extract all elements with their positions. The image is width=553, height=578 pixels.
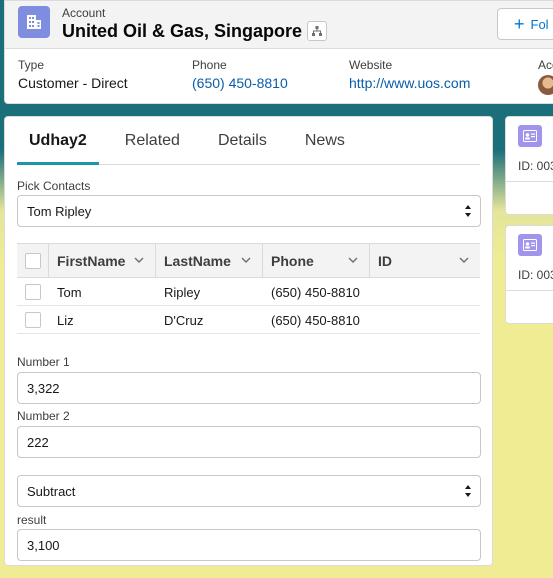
pick-contacts-select[interactable]: Tom Ripley — [17, 195, 481, 227]
field-type: Type Customer - Direct — [18, 58, 128, 91]
select-arrows-icon — [465, 485, 471, 497]
record-header: Account United Oil & Gas, Singapore + Fo… — [4, 0, 553, 104]
cell-firstname: Tom — [57, 284, 82, 300]
chevron-down-icon[interactable] — [133, 254, 145, 266]
result-label: result — [17, 513, 47, 527]
result-input[interactable]: 3,100 — [17, 529, 481, 561]
table-header: FirstName LastName Phone ID — [17, 244, 480, 278]
contact-icon — [518, 125, 542, 147]
account-name: United Oil & Gas, Singapore — [62, 21, 303, 41]
pick-contacts-label: Pick Contacts — [17, 179, 91, 193]
field-phone: Phone (650) 450-8810 — [192, 58, 288, 91]
number1-label: Number 1 — [17, 355, 70, 369]
number2-label: Number 2 — [17, 409, 70, 423]
cell-firstname: Liz — [57, 312, 74, 328]
record-header-top: Account United Oil & Gas, Singapore + Fo… — [5, 1, 553, 49]
contact-card[interactable]: ID: 003 — [505, 225, 553, 324]
cell-lastname: Ripley — [164, 284, 201, 300]
column-header-firstname[interactable]: FirstName — [49, 244, 156, 278]
divider — [506, 181, 553, 182]
owner-avatar[interactable] — [538, 75, 553, 95]
account-icon — [18, 6, 50, 38]
table-row: Tom Ripley (650) 450-8810 — [17, 278, 480, 306]
row-select-cell — [17, 278, 49, 306]
column-label: Phone — [271, 253, 314, 269]
field-label: Acc — [538, 58, 553, 72]
chevron-down-icon[interactable] — [458, 254, 470, 266]
plus-icon: + — [514, 14, 525, 34]
view-hierarchy-button[interactable] — [307, 21, 327, 41]
select-arrows-icon — [465, 205, 471, 217]
tab-bar: Udhay2 Related Details News — [17, 117, 480, 165]
cell-id — [370, 306, 480, 334]
tab-related[interactable]: Related — [113, 117, 192, 164]
cell-phone: (650) 450-8810 — [271, 284, 360, 300]
chevron-down-icon[interactable] — [240, 254, 252, 266]
contact-card[interactable]: ID: 003 — [505, 116, 553, 215]
website-link[interactable]: http://www.uos.com — [349, 75, 470, 91]
field-owner: Acc — [538, 58, 553, 95]
number1-value: 3,322 — [27, 380, 60, 396]
field-label: Website — [349, 58, 393, 72]
contact-id: ID: 003 — [518, 268, 553, 282]
select-all-cell — [17, 244, 49, 278]
row-checkbox[interactable] — [25, 312, 41, 328]
component-card: Udhay2 Related Details News Pick Contact… — [4, 116, 493, 566]
cell-phone: (650) 450-8810 — [271, 312, 360, 328]
field-label: Phone — [192, 58, 227, 72]
object-type-label: Account — [62, 6, 106, 20]
operation-select[interactable]: Subtract — [17, 475, 481, 507]
column-header-id[interactable]: ID — [370, 244, 480, 278]
select-all-checkbox[interactable] — [25, 253, 41, 269]
table-row: Liz D'Cruz (650) 450-8810 — [17, 306, 480, 334]
follow-label: Fol — [530, 16, 549, 32]
highlight-fields: Type Customer - Direct Phone (650) 450-8… — [18, 58, 553, 98]
field-website: Website http://www.uos.com — [349, 58, 470, 91]
number2-input[interactable]: 222 — [17, 426, 481, 458]
number1-input[interactable]: 3,322 — [17, 372, 481, 404]
tab-details[interactable]: Details — [206, 117, 279, 164]
tab-udhay2[interactable]: Udhay2 — [17, 117, 99, 165]
column-label: FirstName — [57, 253, 126, 269]
operation-value: Subtract — [27, 483, 76, 499]
column-label: LastName — [164, 253, 231, 269]
hierarchy-icon — [312, 26, 322, 36]
follow-button[interactable]: + Fol — [497, 8, 553, 40]
field-label: Type — [18, 58, 45, 72]
field-value: Customer - Direct — [18, 75, 128, 91]
contact-icon — [518, 234, 542, 256]
phone-link[interactable]: (650) 450-8810 — [192, 75, 288, 91]
row-checkbox[interactable] — [25, 284, 41, 300]
tab-news[interactable]: News — [293, 117, 357, 164]
column-header-lastname[interactable]: LastName — [156, 244, 263, 278]
column-label: ID — [378, 253, 392, 269]
contacts-table: FirstName LastName Phone ID Tom Ripley (… — [17, 243, 480, 334]
chevron-down-icon[interactable] — [347, 254, 359, 266]
row-select-cell — [17, 306, 49, 334]
result-value: 3,100 — [27, 537, 60, 553]
cell-id — [370, 278, 480, 306]
column-header-phone[interactable]: Phone — [263, 244, 370, 278]
contact-id: ID: 003 — [518, 159, 553, 173]
cell-lastname: D'Cruz — [164, 312, 204, 328]
pick-contacts-value: Tom Ripley — [27, 203, 92, 219]
number2-value: 222 — [27, 434, 49, 450]
divider — [506, 290, 553, 291]
